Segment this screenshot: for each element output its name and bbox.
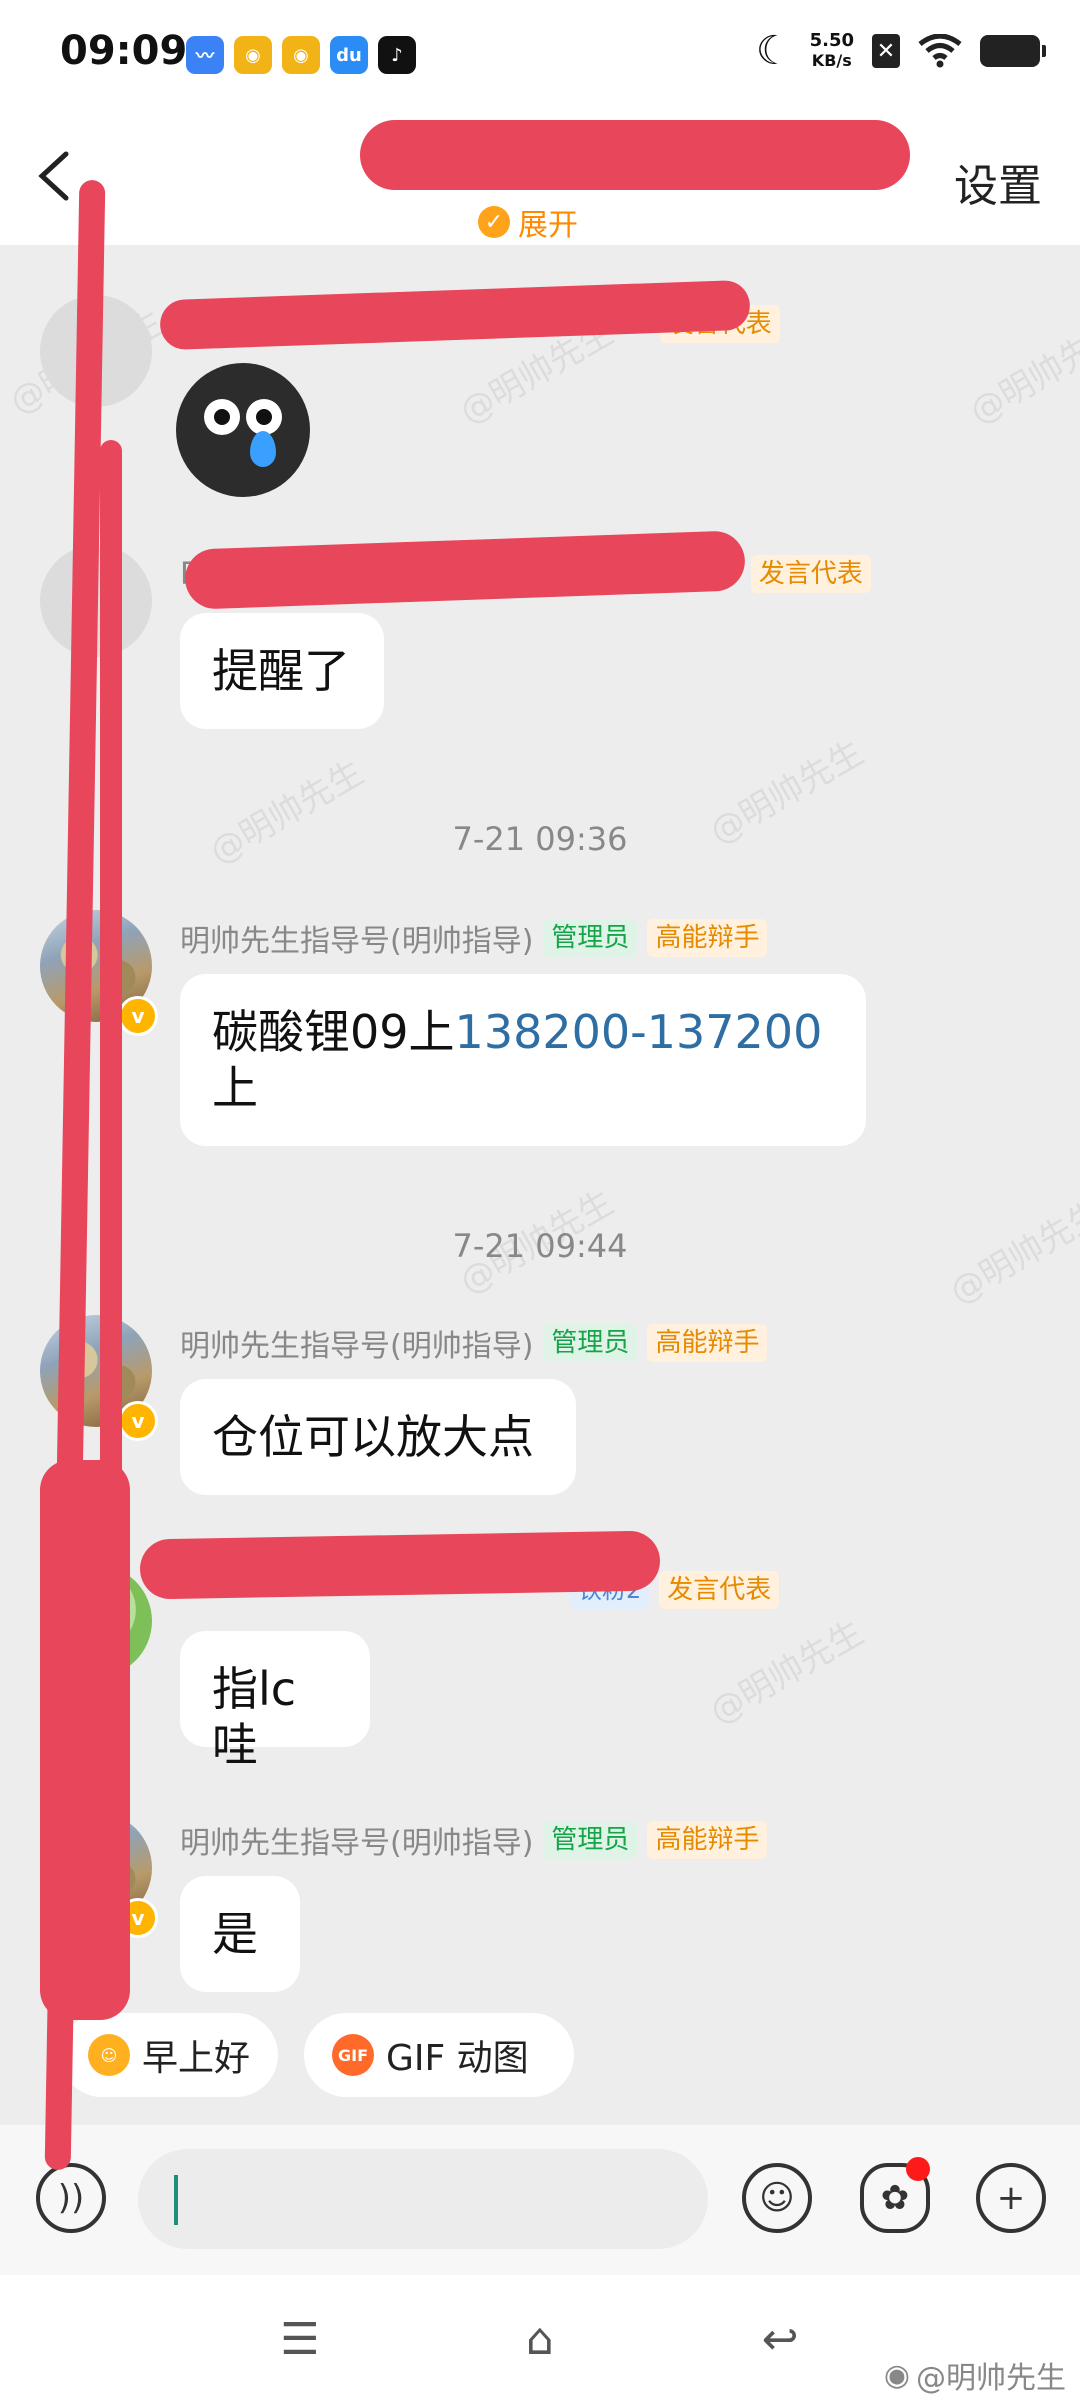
message-link[interactable]: 138200-137200 — [455, 1005, 823, 1059]
status-right: ☾ 5.50 KB/s ✕ — [755, 28, 1046, 74]
net-speed: 5.50 KB/s — [809, 30, 854, 71]
admin-tag: 管理员 — [543, 919, 638, 957]
plus-icon[interactable]: + — [976, 2163, 1046, 2233]
message-item: v 明帅先生指导号(明帅指导) 管理员 高能辩手 碳酸锂09上138200-13… — [0, 910, 1080, 1190]
verified-badge-icon: v — [118, 996, 158, 1036]
weibo-logo-icon: ◉ — [883, 2357, 910, 2393]
quick-reply-chip[interactable]: GIF GIF 动图 — [304, 2013, 574, 2097]
emoji-icon[interactable]: ☺ — [742, 2163, 812, 2233]
menu-icon[interactable]: ☰ — [270, 2315, 330, 2365]
quick-reply-chip[interactable]: ☺ 早上好 — [60, 2013, 278, 2097]
sender-line: 明帅先生指导号(明帅指导) 管理员 高能辩手 — [180, 1321, 768, 1365]
baidu-netdisk-icon: du — [330, 36, 368, 74]
verified-badge-icon: v — [118, 1401, 158, 1441]
weibo-icon: ◉ — [282, 36, 320, 74]
weibo-icon: ◉ — [234, 36, 272, 74]
text-caret — [174, 2175, 178, 2225]
status-time: 09:09 — [60, 28, 188, 74]
status-app-icons: 〰 ◉ ◉ du ♪ — [186, 36, 416, 74]
redaction-scribble — [139, 1530, 661, 1600]
home-icon[interactable]: ⌂ — [510, 2315, 570, 2365]
expand-button[interactable]: ✓ 展开 — [478, 200, 578, 244]
message-input[interactable] — [138, 2149, 708, 2249]
role-tag: 高能辩手 — [647, 919, 768, 957]
quick-reply-label: GIF 动图 — [386, 2038, 529, 2079]
sticker-flower-icon[interactable]: ✿ — [860, 2157, 930, 2233]
redaction-scribble — [360, 120, 910, 190]
sender-line: 明帅先生指导号(明帅指导) 管理员 高能辩手 — [180, 1818, 768, 1862]
gif-icon: GIF — [332, 2034, 374, 2076]
quick-reply-label: 早上好 — [142, 2038, 251, 2079]
role-tag: 发言代表 — [659, 1571, 780, 1609]
stocks-icon: 〰 — [186, 36, 224, 74]
expand-label: 展开 — [518, 208, 578, 243]
voice-icon[interactable]: )) — [36, 2163, 106, 2233]
redaction-scribble — [100, 440, 122, 1540]
message-item: v 明帅先生指导号(明帅指导) 管理员 高能辩手 是 — [0, 1812, 1080, 2012]
back-icon[interactable]: ↩ — [750, 2315, 810, 2365]
sender-name: 明帅先生指导号(明帅指导) — [180, 1826, 534, 1861]
timestamp: 7-21 09:44 — [452, 1227, 628, 1265]
system-nav-bar: ☰ ⌂ ↩ ◉ @明帅先生 — [0, 2275, 1080, 2400]
status-bar: 09:09 〰 ◉ ◉ du ♪ ☾ 5.50 KB/s ✕ — [0, 0, 1080, 110]
sender-name: 明帅先生指导号(明帅指导) — [180, 1329, 534, 1364]
admin-tag: 管理员 — [543, 1324, 638, 1362]
message-bubble[interactable]: 指lc哇 — [180, 1631, 370, 1772]
wifi-icon — [918, 34, 962, 68]
crying-face-sticker[interactable] — [176, 363, 310, 497]
message-bubble[interactable]: 是 — [180, 1876, 300, 1992]
message-item: v 明帅先生指导号(明帅指导) 管理员 高能辩手 仓位可以放大点 — [0, 1315, 1080, 1535]
settings-button[interactable]: 设置 — [954, 150, 1042, 214]
role-tag: 高能辩手 — [647, 1821, 768, 1859]
message-item: 铁粉2 发言代表 指lc哇 — [0, 1565, 1080, 1795]
input-bar: )) ☺ ✿ + — [0, 2125, 1080, 2275]
chevron-down-icon: ✓ — [478, 206, 510, 238]
redaction-scribble — [40, 1460, 130, 2020]
no-sim-icon: ✕ — [872, 34, 900, 68]
message-text: 上 — [212, 1061, 258, 1115]
weibo-watermark: ◉ @明帅先生 — [883, 2357, 1066, 2397]
sun-face-icon: ☺ — [88, 2034, 130, 2076]
quick-reply-bar: ☺ 早上好 GIF GIF 动图 — [0, 2013, 1080, 2113]
chat-area[interactable]: @明帅先生 @明帅先生 @明帅先生 @明帅先生 @明帅先生 @明帅先生 @明帅先… — [0, 245, 1080, 2125]
message-bubble[interactable]: 碳酸锂09上138200-137200 上 — [180, 974, 866, 1146]
admin-tag: 管理员 — [543, 1821, 638, 1859]
moon-icon: ☾ — [755, 28, 792, 74]
sender-name: 明帅先生指导号(明帅指导) — [180, 924, 534, 959]
battery-icon — [980, 35, 1046, 67]
tiktok-icon: ♪ — [378, 36, 416, 74]
message-bubble[interactable]: 提醒了 — [180, 613, 384, 729]
notification-dot — [906, 2157, 930, 2181]
timestamp: 7-21 09:36 — [452, 820, 628, 858]
role-tag: 发言代表 — [750, 555, 871, 593]
message-bubble[interactable]: 仓位可以放大点 — [180, 1379, 576, 1495]
role-tag: 高能辩手 — [647, 1324, 768, 1362]
sender-line: 明帅先生指导号(明帅指导) 管理员 高能辩手 — [180, 916, 768, 960]
message-text: 碳酸锂09上 — [212, 1005, 455, 1059]
